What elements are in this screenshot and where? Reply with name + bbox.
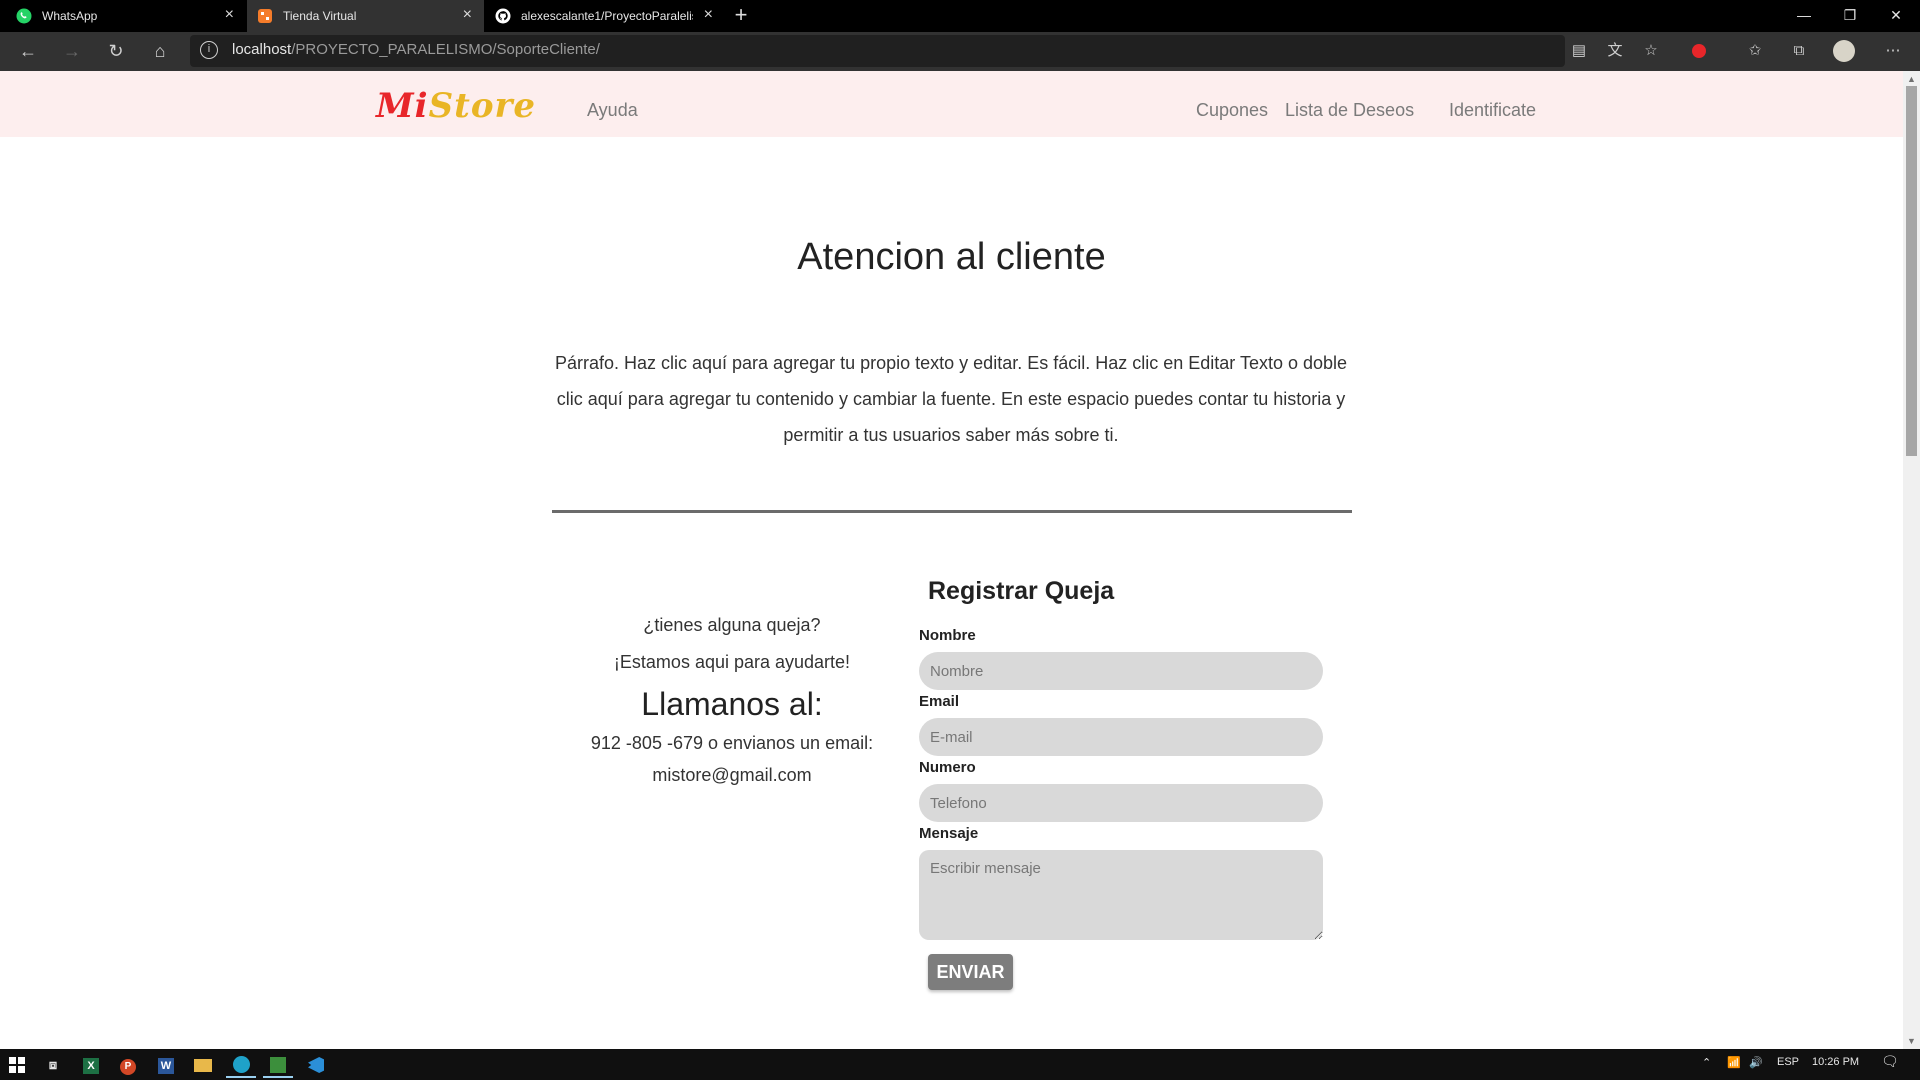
nav-identificate[interactable]: Identificate [1449,100,1536,121]
nav-cupones[interactable]: Cupones [1196,100,1268,121]
back-icon[interactable]: ← [13,37,43,65]
home-icon[interactable]: ⌂ [145,37,175,65]
site-favicon [257,8,273,24]
form-title: Registrar Queja [928,577,1115,605]
contact-call-heading: Llamanos al: [641,686,823,722]
new-tab-button[interactable]: + [728,3,754,29]
phone-label: Numero [919,759,976,776]
word-icon[interactable]: W [151,1052,181,1078]
divider [552,510,1352,513]
tab-github[interactable]: alexescalante1/ProyectoParalelis × [485,0,725,32]
logo-text-mi: Mi [376,86,429,126]
edge-icon[interactable] [226,1052,256,1078]
email-label: Email [919,693,960,710]
email-input[interactable] [919,718,1323,756]
tab-tienda-virtual[interactable]: Tienda Virtual × [247,0,484,32]
scrollbar-thumb[interactable] [1906,86,1917,456]
favorites-icon[interactable]: ✩ [1742,38,1768,64]
url-path: /PROYECTO_PARALELISMO/SoporteCliente/ [291,41,600,58]
restore-button[interactable]: ❐ [1827,0,1873,32]
task-view-icon[interactable]: ⧈ [38,1052,68,1078]
powerpoint-icon[interactable]: P [113,1052,143,1078]
url-text[interactable]: localhost/PROYECTO_PARALELISMO/SoporteCl… [232,41,600,58]
whatsapp-icon [16,8,32,24]
refresh-icon[interactable]: ↻ [101,37,131,65]
file-explorer-icon[interactable] [188,1052,218,1078]
immersive-reader-icon[interactable]: ▤ [1566,38,1592,64]
contact-phone: 912 -805 -679 o envianos un email: [590,733,874,753]
contact-question: ¿tienes alguna queja? [643,615,821,635]
contact-email: mistore@gmail.com [652,765,812,785]
github-icon [495,8,511,24]
intro-paragraph: Párrafo. Haz clic aquí para agregar tu p… [554,353,1348,445]
site-info-icon[interactable]: i [200,41,218,59]
scroll-up-icon[interactable]: ▲ [1903,72,1920,86]
nav-ayuda[interactable]: Ayuda [587,100,638,121]
nav-lista-deseos[interactable]: Lista de Deseos [1285,100,1414,121]
close-tab-icon[interactable]: × [704,7,713,23]
page-title: Atencion al cliente [797,236,1106,278]
name-label: Nombre [919,627,976,644]
excel-icon[interactable]: X [76,1052,106,1078]
tab-title: Tienda Virtual [283,9,357,23]
close-tab-icon[interactable]: × [463,7,472,23]
tray-overflow-icon[interactable]: ⌃ [1702,1056,1711,1069]
clock[interactable]: 10:26 PM [1812,1056,1859,1068]
notifications-icon[interactable]: 🗨 [1881,1053,1899,1070]
network-icon[interactable]: 📶 [1727,1056,1741,1069]
close-tab-icon[interactable]: × [225,7,234,23]
tab-whatsapp[interactable]: WhatsApp × [0,0,246,32]
name-input[interactable] [919,652,1323,690]
logo-text-store: Store [428,86,537,126]
collections-icon[interactable]: ⧉ [1786,38,1812,64]
site-header [0,71,1903,137]
tab-title: alexescalante1/ProyectoParalelis [521,9,693,23]
favorite-star-icon[interactable]: ☆ [1638,38,1664,64]
site-logo[interactable]: MiStore [376,86,536,126]
url-host: localhost [232,41,292,58]
message-textarea[interactable] [919,850,1323,940]
extension-icon[interactable] [1686,38,1712,64]
tab-title: WhatsApp [42,9,98,23]
message-label: Mensaje [919,825,979,842]
translate-icon[interactable]: 文 [1602,38,1628,64]
close-window-button[interactable]: ✕ [1873,0,1919,32]
language-indicator[interactable]: ESP [1777,1056,1799,1068]
windows-start-icon[interactable] [2,1052,32,1078]
send-button[interactable]: ENVIAR [928,954,1013,990]
contact-help: ¡Estamos aqui para ayudarte! [613,652,851,672]
scroll-down-icon[interactable]: ▼ [1903,1034,1920,1048]
vscode-icon[interactable] [301,1052,331,1078]
forward-icon[interactable]: → [57,37,87,65]
phone-input[interactable] [919,784,1323,822]
app-icon[interactable] [263,1052,293,1078]
volume-icon[interactable]: 🔊 [1749,1056,1763,1069]
minimize-button[interactable]: — [1781,0,1827,32]
more-menu-icon[interactable]: ⋯ [1880,38,1906,64]
profile-avatar[interactable] [1831,38,1857,64]
